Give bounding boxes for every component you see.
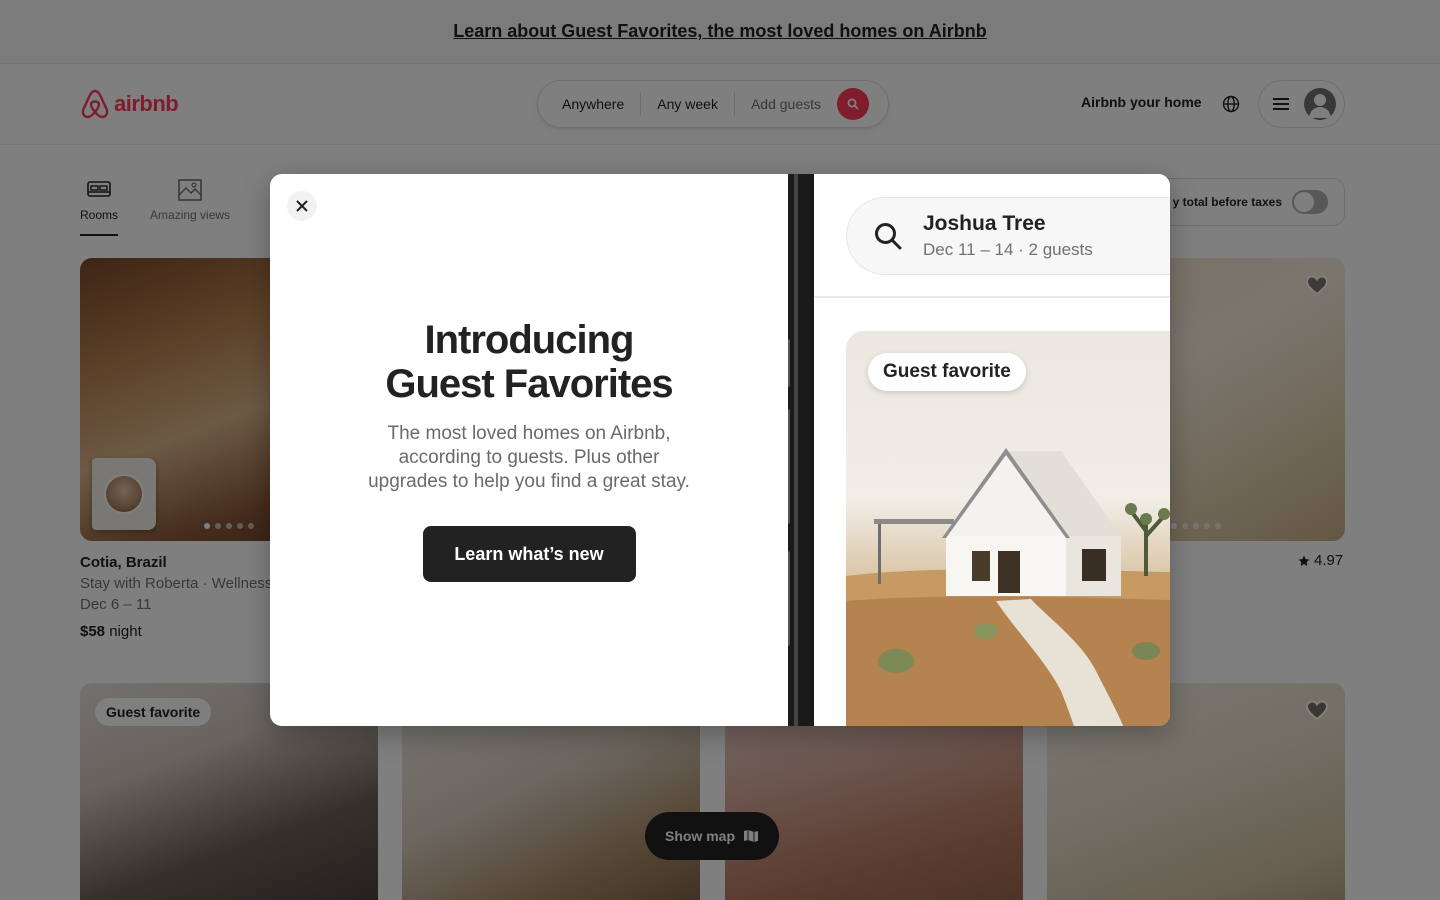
phone-frame	[788, 174, 814, 726]
phone-search-pill: Joshua Tree Dec 11 – 14 · 2 guests	[846, 197, 1170, 275]
modal-title-line1: Introducing	[424, 318, 635, 362]
modal-title: Introducing Guest Favorites	[385, 318, 673, 406]
modal-title-line2: Guest Favorites	[385, 362, 673, 406]
phone-screen: Joshua Tree Dec 11 – 14 · 2 guests Guest…	[814, 174, 1170, 726]
phone-listing-photo: Guest favorite	[846, 331, 1170, 726]
phone-divider	[814, 296, 1170, 298]
phone-search-where: Joshua Tree	[923, 212, 1046, 235]
phone-illustration: Joshua Tree Dec 11 – 14 · 2 guests Guest…	[788, 174, 1170, 726]
phone-side-button	[788, 551, 790, 646]
guest-favorites-modal: Introducing Guest Favorites The most lov…	[270, 174, 1170, 726]
modal-description: The most loved homes on Airbnb, accordin…	[368, 423, 690, 492]
phone-side-button	[788, 409, 790, 524]
phone-search-when: Dec 11 – 14 · 2 guests	[923, 240, 1093, 259]
learn-whats-new-button[interactable]: Learn what’s new	[422, 526, 636, 582]
modal-content: Introducing Guest Favorites The most lov…	[270, 174, 788, 726]
house-illustration	[846, 448, 1170, 726]
search-icon	[875, 223, 902, 250]
phone-side-button	[788, 339, 790, 387]
